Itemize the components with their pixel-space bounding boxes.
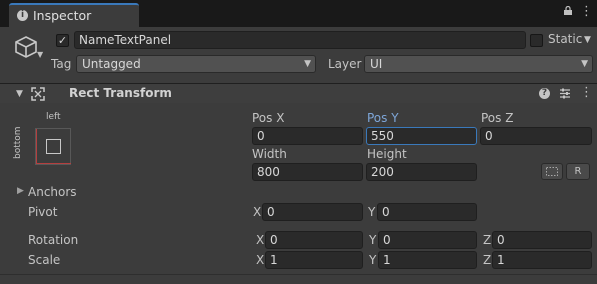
raw-edit-button[interactable]: R <box>566 163 590 180</box>
tab-label: Inspector <box>33 8 92 23</box>
dashed-rect-icon <box>546 167 558 176</box>
anchor-presets-button[interactable] <box>35 128 71 165</box>
anchor-bottom-line <box>36 163 71 164</box>
active-checkbox[interactable]: ✓ <box>56 34 69 47</box>
layer-dropdown[interactable]: UI ▼ <box>364 55 593 73</box>
width-label: Width <box>252 147 287 161</box>
cube-icon <box>15 36 37 58</box>
presets-icon[interactable] <box>559 87 571 100</box>
chevron-down-icon[interactable]: ▼ <box>37 50 43 59</box>
rect-transform-icon <box>31 87 45 101</box>
info-icon: i <box>17 10 28 21</box>
help-icon[interactable]: ? <box>539 88 550 99</box>
rotation-y-axis-label[interactable]: Y <box>369 233 376 247</box>
scale-z-axis-label[interactable]: Z <box>483 253 491 267</box>
width-field[interactable]: 800 <box>252 163 363 181</box>
anchors-label[interactable]: Anchors <box>28 185 77 199</box>
anchor-rect-icon <box>46 139 61 154</box>
lock-icon[interactable] <box>563 6 573 15</box>
scale-z-field[interactable]: 1 <box>492 251 592 269</box>
rect-transform-component: ▼ Rect Transform ? ⋮ left bottom Pos X P… <box>0 83 597 284</box>
pos-y-label: Pos Y <box>367 111 399 125</box>
kebab-menu-icon[interactable]: ⋮ <box>580 85 593 100</box>
layer-value: UI <box>370 57 383 71</box>
component-header[interactable]: ▼ Rect Transform ? ⋮ <box>0 83 597 103</box>
anchor-horizontal-label: left <box>46 112 61 122</box>
scale-label: Scale <box>28 253 61 267</box>
anchor-vertical-label: bottom <box>13 126 23 159</box>
rotation-x-axis-label[interactable]: X <box>256 233 264 247</box>
static-checkbox[interactable] <box>530 34 543 47</box>
pos-z-field[interactable]: 0 <box>480 127 592 145</box>
anchor-left-line <box>36 129 37 164</box>
tab-bar: i Inspector ⋮ <box>0 0 597 27</box>
scale-y-field[interactable]: 1 <box>378 251 477 269</box>
scale-x-field[interactable]: 1 <box>265 251 363 269</box>
tag-value: Untagged <box>82 57 141 71</box>
rotation-z-field[interactable]: 0 <box>492 231 592 249</box>
rotation-z-axis-label[interactable]: Z <box>483 233 491 247</box>
gameobject-header: ▼ ✓ NameTextPanel Static ▼ Tag Untagged … <box>0 27 597 83</box>
scale-y-axis-label[interactable]: Y <box>369 253 376 267</box>
tab-inspector[interactable]: i Inspector <box>9 3 139 27</box>
kebab-menu-icon[interactable]: ⋮ <box>580 4 593 20</box>
component-divider <box>0 274 597 275</box>
layer-label: Layer <box>328 57 362 71</box>
height-label: Height <box>367 147 407 161</box>
tag-label: Tag <box>51 57 72 71</box>
pivot-y-field[interactable]: 0 <box>377 203 477 221</box>
rotation-label: Rotation <box>28 233 79 247</box>
static-label: Static <box>548 32 583 46</box>
tag-dropdown[interactable]: Untagged ▼ <box>76 55 316 73</box>
pivot-x-axis-label[interactable]: X <box>253 205 261 219</box>
pos-z-label: Pos Z <box>481 111 514 125</box>
static-dropdown-chevron-icon[interactable]: ▼ <box>584 35 591 45</box>
rotation-x-field[interactable]: 0 <box>265 231 363 249</box>
chevron-down-icon: ▼ <box>304 59 311 69</box>
component-title: Rect Transform <box>69 86 172 100</box>
rotation-y-field[interactable]: 0 <box>378 231 477 249</box>
foldout-arrow-icon[interactable]: ▼ <box>16 89 23 99</box>
scale-x-axis-label[interactable]: X <box>256 253 264 267</box>
blueprint-mode-button[interactable] <box>541 163 563 180</box>
height-field[interactable]: 200 <box>366 163 477 181</box>
pivot-x-field[interactable]: 0 <box>262 203 363 221</box>
pos-x-field[interactable]: 0 <box>252 127 363 145</box>
name-field[interactable]: NameTextPanel <box>74 31 526 49</box>
pivot-label: Pivot <box>28 205 58 219</box>
chevron-down-icon: ▼ <box>581 59 588 69</box>
pivot-y-axis-label[interactable]: Y <box>368 205 375 219</box>
pos-y-field[interactable]: 550 <box>366 127 477 145</box>
pos-x-label: Pos X <box>252 111 285 125</box>
anchors-foldout-arrow-icon[interactable]: ▶ <box>17 186 24 196</box>
